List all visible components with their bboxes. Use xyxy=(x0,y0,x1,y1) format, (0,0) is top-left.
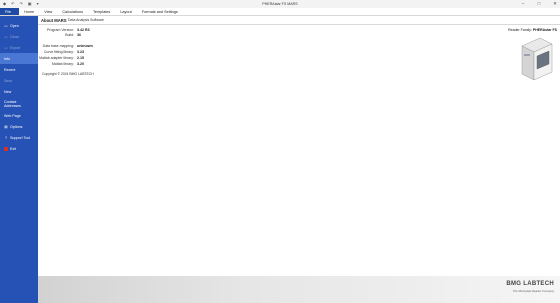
nav-item-new[interactable]: New xyxy=(0,86,38,97)
reader-family: Reader Family: PHERAstar FS xyxy=(508,28,557,32)
footer-band: BMG LABTECH The Microplate Reader Compan… xyxy=(38,276,560,303)
info-label: Build: xyxy=(65,33,74,37)
minimize-button[interactable]: – xyxy=(520,0,526,8)
title-bar: ◆ ↶ ↷ ▣ ▾ PHERAstar FS MARS – □ ✕ xyxy=(0,0,560,8)
nav-item-label: Open xyxy=(10,23,19,28)
open-folder-icon: ▭ xyxy=(4,23,8,28)
nav-item-label: Export xyxy=(10,45,21,50)
logo-wordmark: BMG LABTECH xyxy=(506,281,554,287)
tab-formats-settings[interactable]: Formats and Settings xyxy=(137,8,183,15)
info-row: Curve fitting library: 3.23 xyxy=(38,50,168,55)
info-value: 2.15 xyxy=(77,56,84,60)
copyright-text: Copyright © 2024 BMG LABTECH xyxy=(42,72,94,76)
info-row: Build: 36 xyxy=(38,33,168,38)
nav-item-label: Support Tool xyxy=(10,135,31,140)
nav-item-label: Info xyxy=(4,56,10,61)
info-label: Matlab adapter library: xyxy=(39,56,74,60)
close-file-icon: ▭ xyxy=(4,34,8,39)
info-row: Matlab library: 3.20 xyxy=(38,62,168,67)
info-value: unknown xyxy=(77,44,93,48)
info-row: Data base mapping: unknown xyxy=(38,44,168,49)
tab-layout[interactable]: Layout xyxy=(115,8,136,15)
nav-item-label: New xyxy=(4,89,12,94)
info-value: 3.42 R3 xyxy=(77,28,90,32)
nav-item-support-tool[interactable]: ? Support Tool xyxy=(0,132,38,143)
info-label: Data base mapping: xyxy=(42,44,74,48)
help-icon: ? xyxy=(5,135,7,140)
nav-item-label: Contact Addresses xyxy=(4,99,21,108)
nav-item-label: Web Page xyxy=(4,113,21,118)
divider xyxy=(38,24,560,25)
info-label: Matlab library: xyxy=(52,62,74,66)
company-logo: BMG LABTECH The Microplate Reader Compan… xyxy=(498,281,554,293)
nav-item-recent[interactable]: Recent xyxy=(0,64,38,75)
info-label: Curve fitting library: xyxy=(43,50,74,54)
ribbon-tabs: File Home View Calculations Templates La… xyxy=(0,8,560,16)
nav-item-label: Exit xyxy=(10,146,16,151)
logo-tagline: The Microplate Reader Company xyxy=(512,289,554,293)
page-title: About MARS xyxy=(41,18,67,23)
page-subtitle: Data Analysis Software xyxy=(68,18,104,23)
nav-item-web-page[interactable]: Web Page xyxy=(0,110,38,121)
tab-file[interactable]: File xyxy=(0,8,19,15)
nav-item-open[interactable]: ▭ Open xyxy=(0,20,38,31)
exit-icon xyxy=(4,146,8,151)
nav-item-label: Close xyxy=(10,34,20,39)
maximize-button[interactable]: □ xyxy=(536,0,542,8)
info-label: Program Version: xyxy=(46,28,74,32)
backstage-nav: ▭ Open ▭ Close ▭ Export Info Recent Save… xyxy=(0,16,38,303)
nav-item-close[interactable]: ▭ Close xyxy=(0,31,38,42)
reader-device-image xyxy=(521,37,553,81)
tab-calculations[interactable]: Calculations xyxy=(57,8,88,15)
export-icon: ▭ xyxy=(4,45,8,50)
window-title: PHERAstar FS MARS xyxy=(262,2,298,6)
nav-item-label: Save xyxy=(4,78,13,83)
info-row: Matlab adapter library: 2.15 xyxy=(38,56,168,61)
reader-family-label: Reader Family: xyxy=(508,28,532,32)
nav-item-info[interactable]: Info xyxy=(0,53,38,64)
nav-item-label: Recent xyxy=(4,67,16,72)
nav-item-export[interactable]: ▭ Export xyxy=(0,42,38,53)
nav-item-save[interactable]: Save xyxy=(0,75,38,86)
nav-item-exit[interactable]: Exit xyxy=(0,143,38,154)
nav-item-contact-addresses[interactable]: Contact Addresses xyxy=(0,97,38,110)
tab-view[interactable]: View xyxy=(39,8,57,15)
info-value: 3.20 xyxy=(77,62,84,66)
tab-templates[interactable]: Templates xyxy=(88,8,115,15)
window-controls: – □ ✕ xyxy=(520,0,558,8)
reader-family-value: PHERAstar FS xyxy=(532,28,557,32)
close-button[interactable]: ✕ xyxy=(552,0,558,8)
nav-item-options[interactable]: ▤ Options xyxy=(0,121,38,132)
tab-home[interactable]: Home xyxy=(19,8,39,15)
nav-item-label: Options xyxy=(10,124,23,129)
about-panel: About MARS Data Analysis Software Progra… xyxy=(38,16,560,276)
info-value: 36 xyxy=(77,33,81,37)
options-icon: ▤ xyxy=(4,124,8,129)
info-value: 3.23 xyxy=(77,50,84,54)
